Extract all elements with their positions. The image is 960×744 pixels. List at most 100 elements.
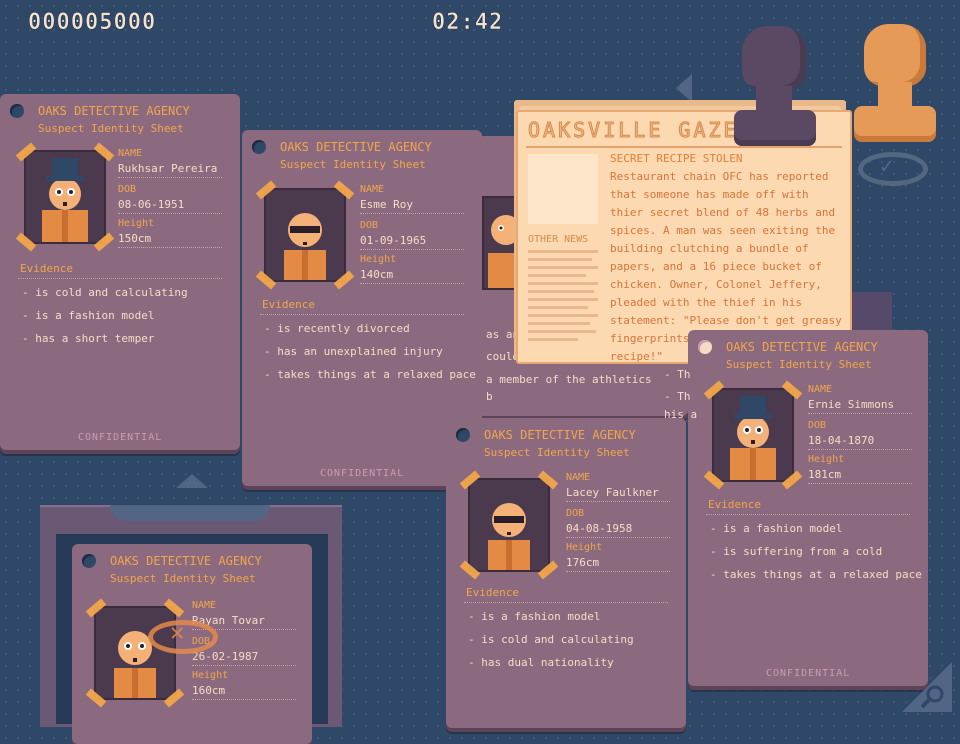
suspect-portrait-icon [488,503,530,570]
evidence-item: - is a fashion model [22,309,155,322]
evidence-label: Evidence [708,498,761,511]
evidence-fragment: - Th [664,368,691,381]
punch-hole-icon [456,428,470,442]
dob-label: DOB [118,184,137,195]
sheet-subtitle: Suspect Identity Sheet [726,358,872,371]
suspect-dob: 08-06-1951 [118,198,222,214]
suspect-dob: 01-09-1965 [360,234,464,250]
suspect-dob: 04-08-1958 [566,522,670,538]
agency-name: OAKS DETECTIVE AGENCY [38,104,190,118]
confidential-label: CONFIDENTIAL [78,432,163,443]
suspect-card[interactable]: OAKS DETECTIVE AGENCY Suspect Identity S… [0,94,240,450]
punch-hole-icon [10,104,24,118]
other-news-heading: OTHER NEWS [528,234,589,245]
other-news-filler [528,250,600,346]
card-tray-lip [110,505,270,521]
sheet-subtitle: Suspect Identity Sheet [280,158,426,171]
divider [18,278,222,279]
x-mark-icon: ✕ [170,618,185,646]
dob-label: DOB [808,420,827,431]
evidence-item: - is a fashion model [710,522,843,535]
agency-name: OAKS DETECTIVE AGENCY [110,554,262,568]
news-headline: SECRET RECIPE STOLEN [610,152,743,165]
evidence-item: - is suffering from a cold [710,545,883,558]
evidence-item: - is recently divorced [264,322,410,335]
dob-label: DOB [566,508,585,519]
dob-label: DOB [360,220,379,231]
suspect-portrait-icon [114,631,156,698]
height-label: Height [118,218,155,229]
magnifier-icon[interactable] [902,662,952,712]
score-counter: 000005000 [28,10,157,36]
suspect-dob: 18-04-1870 [808,434,912,450]
suspect-card[interactable]: OAKS DETECTIVE AGENCY Suspect Identity S… [688,330,928,686]
evidence-fragment: - Th [664,390,691,403]
suspect-photo [15,142,115,252]
evidence-item: - takes things at a relaxed pace [264,368,476,381]
suspect-photo [703,380,803,490]
evidence-label: Evidence [262,298,315,311]
evidence-item: - has a short temper [22,332,155,345]
arrow-up-icon[interactable] [176,474,208,488]
suspect-dob: 26-02-1987 [192,650,296,666]
sheet-subtitle: Suspect Identity Sheet [484,446,630,459]
name-label: NAME [808,384,833,395]
evidence-label: Evidence [20,262,73,275]
confidential-label: CONFIDENTIAL [766,668,851,679]
stamp-handle [864,24,926,86]
evidence-fragment: his a [664,408,698,421]
suspect-name: Rukhsar Pereira [118,162,222,178]
punch-hole-icon [82,554,96,568]
approve-stamp[interactable] [852,24,942,148]
agency-name: OAKS DETECTIVE AGENCY [726,340,878,354]
suspect-name: Esme Roy [360,198,464,214]
suspect-height: 140cm [360,268,464,284]
stamp-base [734,110,816,146]
evidence-item: - is cold and calculating [468,633,634,646]
sheet-subtitle: Suspect Identity Sheet [38,122,184,135]
evidence-item: - has dual nationality [468,656,614,669]
agency-name: OAKS DETECTIVE AGENCY [280,140,432,154]
divider [464,602,668,603]
newspaper-photo [528,154,598,224]
evidence-fragment: b [486,390,493,403]
punch-hole-icon [252,140,266,154]
height-label: Height [360,254,397,265]
divider [706,514,910,515]
suspect-height: 160cm [192,684,296,700]
height-label: Height [192,670,229,681]
suspect-portrait-icon [42,158,88,242]
evidence-fragment: a member of the athletics [486,373,652,386]
name-label: NAME [360,184,385,195]
suspect-photo [459,470,559,580]
suspect-portrait-icon [488,215,518,288]
suspect-height: 181cm [808,468,912,484]
suspect-height: 150cm [118,232,222,248]
stamp-handle [742,26,806,90]
evidence-label: Evidence [466,586,519,599]
name-label: NAME [192,600,217,611]
height-label: Height [566,542,603,553]
evidence-item: - has an unexplained injury [264,345,443,358]
agency-name: OAKS DETECTIVE AGENCY [484,428,636,442]
check-mark-icon: ✓ [880,154,894,179]
evidence-item: - takes things at a relaxed pace [710,568,922,581]
suspect-card[interactable]: OAKS DETECTIVE AGENCY Suspect Identity S… [446,418,686,728]
suspect-portrait-icon [730,396,776,480]
reject-stamp[interactable] [734,26,824,150]
divider [260,314,464,315]
name-label: NAME [566,472,591,483]
suspect-name: Ernie Simmons [808,398,912,414]
suspect-height: 176cm [566,556,670,572]
height-label: Height [808,454,845,465]
confidential-label: CONFIDENTIAL [320,468,405,479]
suspect-name: Lacey Faulkner [566,486,670,502]
sheet-subtitle: Suspect Identity Sheet [110,572,256,585]
suspect-photo [85,598,185,708]
suspect-portrait-icon [284,213,326,280]
countdown-timer: 02:42 [432,10,504,36]
name-label: NAME [118,148,143,159]
evidence-item: - is a fashion model [468,610,601,623]
punch-hole-icon [698,340,712,354]
arrow-left-icon[interactable] [676,74,692,102]
